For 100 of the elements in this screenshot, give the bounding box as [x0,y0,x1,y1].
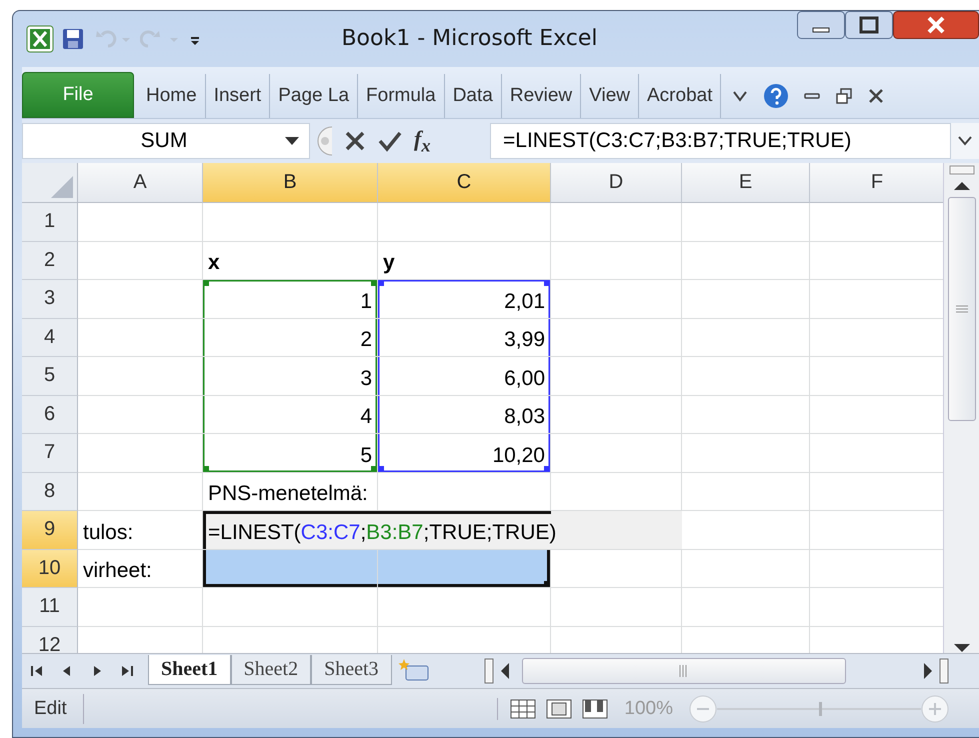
column-header[interactable]: D [551,163,682,204]
table-cell[interactable] [203,588,378,627]
column-header[interactable]: F [810,163,944,204]
file-tab[interactable]: File [22,72,134,118]
table-cell[interactable] [78,396,203,434]
zoom-out-icon[interactable] [689,694,717,723]
row-header[interactable]: 9 [22,511,78,550]
table-cell[interactable] [551,588,682,627]
table-cell[interactable] [682,434,810,473]
zoom-thumb[interactable] [819,702,822,716]
first-sheet-icon[interactable] [30,664,44,678]
table-cell[interactable]: 1 [203,280,378,319]
table-cell[interactable] [78,472,203,512]
table-cell[interactable] [378,550,551,588]
table-cell[interactable] [682,396,810,434]
table-cell[interactable] [682,203,810,242]
table-cell[interactable] [551,318,682,358]
table-cell[interactable] [551,396,682,434]
scroll-up-icon[interactable] [954,181,970,192]
table-cell[interactable]: 3 [203,357,378,396]
table-cell[interactable] [378,203,551,242]
page-break-icon[interactable] [582,698,608,720]
table-cell[interactable]: 2,01 [378,280,551,319]
formula-field[interactable]: =LINEST(C3:C7;B3:B7;TRUE;TRUE) [490,123,951,160]
table-cell[interactable] [682,511,810,550]
table-cell[interactable] [203,203,378,242]
vertical-scrollbar[interactable] [943,163,979,654]
close-icon[interactable] [867,87,886,106]
table-cell[interactable] [78,588,203,627]
zoom-in-icon[interactable] [921,694,949,723]
table-cell[interactable] [682,550,810,588]
table-cell[interactable] [551,357,682,396]
name-box[interactable]: SUM [22,123,310,160]
select-all-icon[interactable] [51,176,73,198]
table-cell[interactable] [682,280,810,319]
cancel-icon[interactable] [344,130,366,152]
column-header[interactable]: A [78,163,203,204]
help-icon[interactable] [763,83,790,110]
table-cell[interactable] [551,203,682,242]
insert-function-button[interactable]: f$_{x}$ [414,126,430,156]
table-cell[interactable]: y [378,242,551,280]
table-cell[interactable] [78,357,203,396]
table-cell[interactable] [378,588,551,627]
restore-icon[interactable] [835,87,854,106]
split-handle-icon[interactable] [939,658,949,684]
table-cell[interactable] [78,203,203,242]
sheet-tab[interactable]: Sheet2 [230,655,312,686]
row-header[interactable]: 12 [22,626,78,654]
table-cell[interactable]: 6,00 [378,357,551,396]
page-layout-icon[interactable] [546,698,572,720]
row-header[interactable]: 7 [22,434,78,473]
scroll-thumb[interactable] [522,658,846,684]
table-cell[interactable] [78,242,203,280]
column-header[interactable]: C [378,163,551,204]
close-icon[interactable] [893,11,979,39]
table-cell[interactable] [551,434,682,473]
formula-input-cell[interactable]: =LINEST(C3:C7;B3:B7;TRUE;TRUE) [203,511,682,550]
expand-caret-icon[interactable] [958,136,972,146]
row-header[interactable]: 6 [22,396,78,434]
row-header[interactable]: 5 [22,357,78,396]
spreadsheet-app-icon[interactable] [26,24,54,53]
last-sheet-icon[interactable] [120,664,134,678]
row-header[interactable]: 8 [22,472,78,512]
table-cell[interactable]: 2 [203,318,378,358]
column-header[interactable]: E [682,163,810,204]
table-cell[interactable] [682,318,810,358]
scroll-right-icon[interactable] [923,663,933,680]
row-header[interactable]: 4 [22,318,78,358]
scroll-thumb[interactable] [948,197,976,422]
save-icon[interactable] [62,28,84,50]
split-handle-icon[interactable] [948,165,975,176]
table-cell[interactable]: 3,99 [378,318,551,358]
row-header[interactable]: 1 [22,203,78,242]
table-cell[interactable] [551,280,682,319]
dropdown-caret-icon[interactable] [285,136,299,146]
table-cell[interactable]: x [203,242,378,280]
table-cell[interactable] [682,357,810,396]
table-cell[interactable]: 10,20 [378,434,551,473]
table-cell[interactable]: 8,03 [378,396,551,434]
scroll-left-icon[interactable] [500,663,510,680]
sheet-tab[interactable]: Sheet3 [311,655,392,686]
sheet-tab[interactable]: Sheet1 [148,655,231,686]
table-cell[interactable] [78,318,203,358]
enter-check-icon[interactable] [378,130,402,152]
table-cell[interactable] [78,434,203,473]
split-handle-icon[interactable] [484,658,494,684]
minimize-icon[interactable] [797,11,845,39]
row-header[interactable]: 2 [22,242,78,280]
column-header[interactable]: B [203,163,378,204]
table-cell[interactable] [78,280,203,319]
table-cell[interactable] [682,472,810,512]
table-cell[interactable]: 5 [203,434,378,473]
table-cell[interactable]: 4 [203,396,378,434]
table-cell[interactable] [682,242,810,280]
table-cell[interactable] [682,588,810,627]
table-cell[interactable] [203,550,378,588]
row-header[interactable]: 10 [22,550,78,588]
row-header[interactable]: 11 [22,588,78,627]
table-cell[interactable] [551,242,682,280]
normal-view-icon[interactable] [510,698,536,720]
